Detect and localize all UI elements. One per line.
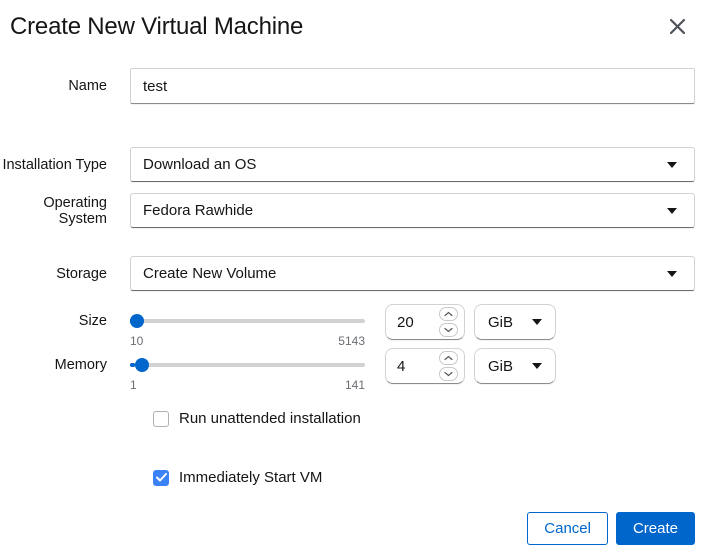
dialog-footer: Cancel Create bbox=[527, 512, 695, 545]
unattended-row: Run unattended installation bbox=[153, 410, 704, 427]
storage-value: Create New Volume bbox=[143, 265, 276, 282]
operating-system-value: Fedora Rawhide bbox=[143, 202, 253, 219]
installation-type-label: Installation Type bbox=[0, 157, 130, 173]
installation-type-row: Installation Type Download an OS bbox=[0, 147, 695, 182]
memory-value[interactable]: 4 bbox=[397, 358, 405, 375]
caret-down-icon bbox=[532, 319, 542, 325]
size-value[interactable]: 20 bbox=[397, 314, 414, 331]
size-slider[interactable] bbox=[130, 319, 365, 323]
memory-row: Memory 1 141 4 bbox=[0, 348, 695, 392]
memory-slider[interactable] bbox=[130, 363, 365, 367]
caret-down-icon bbox=[667, 162, 677, 168]
caret-down-icon bbox=[667, 208, 677, 214]
storage-select[interactable]: Create New Volume bbox=[130, 256, 695, 291]
unattended-label[interactable]: Run unattended installation bbox=[179, 410, 361, 427]
create-vm-dialog: Create New Virtual Machine Name Installa… bbox=[0, 0, 704, 554]
start-vm-checkbox[interactable] bbox=[153, 470, 169, 486]
storage-row: Storage Create New Volume bbox=[0, 256, 695, 291]
caret-down-icon bbox=[532, 363, 542, 369]
memory-decrement-button[interactable] bbox=[439, 367, 458, 381]
close-icon bbox=[669, 18, 686, 35]
unattended-checkbox[interactable] bbox=[153, 411, 169, 427]
page-title: Create New Virtual Machine bbox=[10, 13, 303, 41]
size-row: Size 10 5143 20 bbox=[0, 304, 695, 348]
size-unit-value: GiB bbox=[488, 314, 513, 331]
installation-type-value: Download an OS bbox=[143, 156, 256, 173]
memory-slider-handle[interactable] bbox=[135, 358, 149, 372]
chevron-up-icon bbox=[444, 311, 453, 317]
create-button[interactable]: Create bbox=[616, 512, 695, 545]
size-stepper: 20 bbox=[385, 304, 465, 340]
cancel-button[interactable]: Cancel bbox=[527, 512, 608, 545]
size-increment-button[interactable] bbox=[439, 307, 458, 321]
dialog-header: Create New Virtual Machine bbox=[0, 0, 704, 41]
name-row: Name bbox=[0, 68, 695, 104]
caret-down-icon bbox=[667, 271, 677, 277]
name-input[interactable] bbox=[130, 68, 695, 104]
start-vm-label[interactable]: Immediately Start VM bbox=[179, 469, 322, 486]
operating-system-label: Operating System bbox=[0, 195, 130, 227]
chevron-down-icon bbox=[444, 371, 453, 377]
storage-label: Storage bbox=[0, 266, 130, 282]
close-button[interactable] bbox=[665, 14, 690, 39]
memory-label: Memory bbox=[0, 348, 130, 382]
size-unit-select[interactable]: GiB bbox=[474, 304, 556, 340]
name-label: Name bbox=[0, 78, 130, 94]
memory-increment-button[interactable] bbox=[439, 351, 458, 365]
memory-unit-select[interactable]: GiB bbox=[474, 348, 556, 384]
installation-type-select[interactable]: Download an OS bbox=[130, 147, 695, 182]
start-vm-row: Immediately Start VM bbox=[153, 469, 704, 486]
size-decrement-button[interactable] bbox=[439, 323, 458, 337]
operating-system-row: Operating System Fedora Rawhide bbox=[0, 193, 695, 228]
size-label: Size bbox=[0, 304, 130, 338]
chevron-up-icon bbox=[444, 355, 453, 361]
memory-unit-value: GiB bbox=[488, 358, 513, 375]
operating-system-select[interactable]: Fedora Rawhide bbox=[130, 193, 695, 228]
size-slider-handle[interactable] bbox=[130, 314, 144, 328]
memory-stepper: 4 bbox=[385, 348, 465, 384]
chevron-down-icon bbox=[444, 327, 453, 333]
